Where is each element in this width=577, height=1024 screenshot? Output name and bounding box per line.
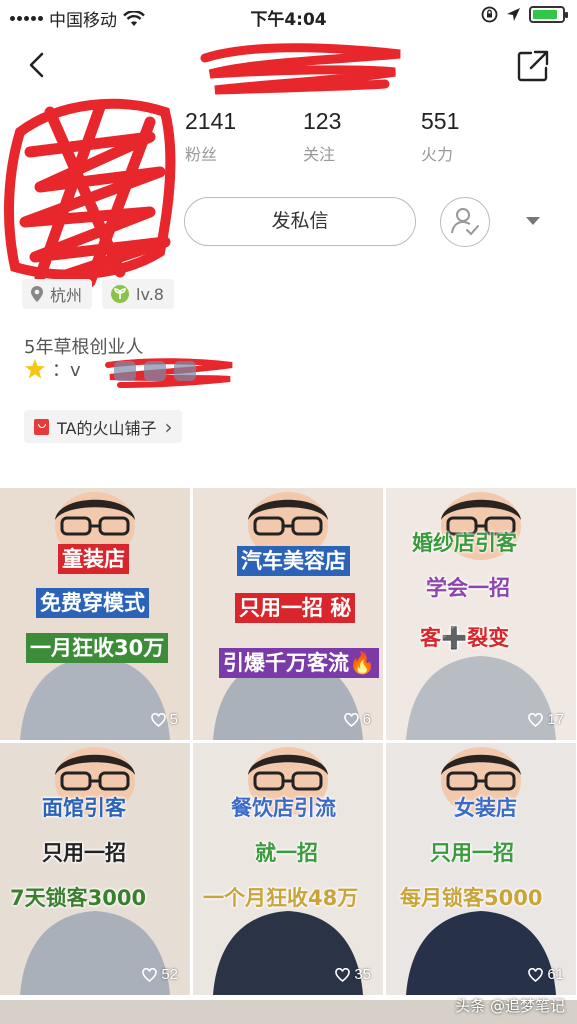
add-friend-icon — [451, 208, 479, 236]
heart-icon — [528, 712, 544, 727]
video-thumbnail — [0, 743, 190, 995]
stat-value: 2141 — [185, 108, 237, 134]
video-caption: 一个月狂收48万 — [203, 886, 359, 910]
like-count-value: 6 — [362, 711, 371, 728]
like-count: 6 — [343, 711, 371, 728]
video-caption: 引爆千万客流🔥 — [219, 648, 380, 678]
video-caption: 只用一招 — [430, 841, 514, 865]
chevron-right-icon: › — [164, 414, 173, 439]
more-dropdown-icon[interactable] — [526, 217, 540, 225]
like-count-value: 52 — [161, 966, 178, 983]
video-caption: 学会一招 — [426, 576, 510, 600]
level-icon — [111, 285, 130, 303]
video-thumbnail — [386, 743, 576, 995]
rotation-lock-icon — [481, 6, 498, 23]
profile-tags: 杭州 lv.8 — [22, 279, 174, 309]
like-count-value: 61 — [547, 966, 564, 983]
video-caption: 客➕裂变 — [420, 626, 510, 650]
video-caption: 婚纱店引客 — [412, 531, 517, 555]
back-icon[interactable] — [22, 48, 52, 82]
stat-firepower[interactable]: 551 火力 — [421, 108, 539, 165]
heart-icon — [343, 712, 359, 727]
video-tile[interactable]: 面馆引客只用一招 7天锁客3000 52 — [0, 743, 190, 995]
like-count: 35 — [335, 966, 371, 983]
video-tile[interactable]: 女装店只用一招每月锁客5000 61 — [386, 743, 576, 995]
video-grid: 童装店免费穿模式一月狂收30万 5 汽车美容店只用一招 秘引爆千万客流🔥 6 婚纱店引客… — [0, 488, 577, 1024]
stat-followers[interactable]: 2141 粉丝 — [185, 108, 303, 165]
send-message-button[interactable]: 发私信 — [184, 197, 416, 246]
video-caption: 女装店 — [454, 796, 517, 820]
stat-label: 火力 — [421, 145, 454, 164]
video-tile[interactable]: 童装店免费穿模式一月狂收30万 5 — [0, 488, 190, 740]
stat-value: 551 — [421, 108, 460, 134]
like-count-value: 17 — [547, 711, 564, 728]
stat-value: 123 — [303, 108, 342, 134]
share-icon[interactable] — [515, 48, 551, 84]
like-count: 5 — [150, 711, 178, 728]
watermark: 头条 @追梦笔记 — [455, 995, 565, 1016]
video-thumbnail — [386, 488, 576, 740]
tag-location: 杭州 — [22, 279, 93, 309]
bio-prefix: ：v — [52, 360, 81, 381]
like-count: 61 — [528, 966, 564, 983]
status-bar: 中国移动 下午4:04 — [0, 0, 577, 32]
tag-level: lv.8 — [102, 279, 174, 309]
like-count-value: 35 — [354, 966, 371, 983]
video-thumbnail — [193, 743, 383, 995]
stat-label: 粉丝 — [185, 145, 218, 164]
redacted-avatar — [3, 98, 176, 287]
video-tile[interactable]: 婚纱店引客学会一招客➕裂变 17 — [386, 488, 576, 740]
like-count-value: 5 — [169, 711, 178, 728]
follow-button[interactable] — [440, 197, 490, 247]
bio-contact-line: ：v — [24, 356, 81, 382]
battery-icon — [529, 6, 568, 23]
video-caption: 就一招 — [255, 841, 318, 865]
video-caption: 童装店 — [58, 544, 129, 574]
video-caption: 面馆引客 — [42, 796, 126, 820]
heart-icon — [528, 967, 544, 982]
video-caption: 汽车美容店 — [237, 546, 350, 576]
video-caption: 餐饮店引流 — [231, 796, 336, 820]
stat-label: 关注 — [303, 145, 336, 164]
shop-bag-icon — [34, 418, 49, 435]
shop-label: TA的火山铺子 — [57, 418, 157, 438]
redacted-username — [200, 43, 401, 95]
tag-label: lv.8 — [136, 284, 164, 304]
location-icon — [31, 286, 43, 302]
video-caption: 一月狂收30万 — [26, 633, 169, 663]
video-caption: 免费穿模式 — [36, 588, 149, 618]
video-caption: 只用一招 秘 — [235, 593, 356, 623]
video-tile[interactable]: 汽车美容店只用一招 秘引爆千万客流🔥 6 — [193, 488, 383, 740]
shop-link[interactable]: TA的火山铺子 › — [24, 410, 183, 443]
video-caption: 每月锁客5000 — [400, 886, 543, 910]
watermark-text: 头条 @追梦笔记 — [455, 997, 565, 1015]
location-arrow-icon — [507, 8, 520, 21]
star-icon — [25, 359, 45, 379]
like-count: 52 — [142, 966, 178, 983]
heart-icon — [335, 967, 351, 982]
stat-following[interactable]: 123 关注 — [303, 108, 421, 165]
tag-label: 杭州 — [50, 286, 83, 305]
redacted-handle — [105, 358, 233, 388]
heart-icon — [142, 967, 158, 982]
video-caption: 7天锁客3000 — [10, 886, 147, 910]
video-tile[interactable]: 餐饮店引流就一招一个月狂收48万 35 — [193, 743, 383, 995]
video-caption: 只用一招 — [42, 841, 126, 865]
heart-icon — [150, 712, 166, 727]
profile-stats: 2141 粉丝 123 关注 551 火力 — [185, 108, 539, 165]
like-count: 17 — [528, 711, 564, 728]
